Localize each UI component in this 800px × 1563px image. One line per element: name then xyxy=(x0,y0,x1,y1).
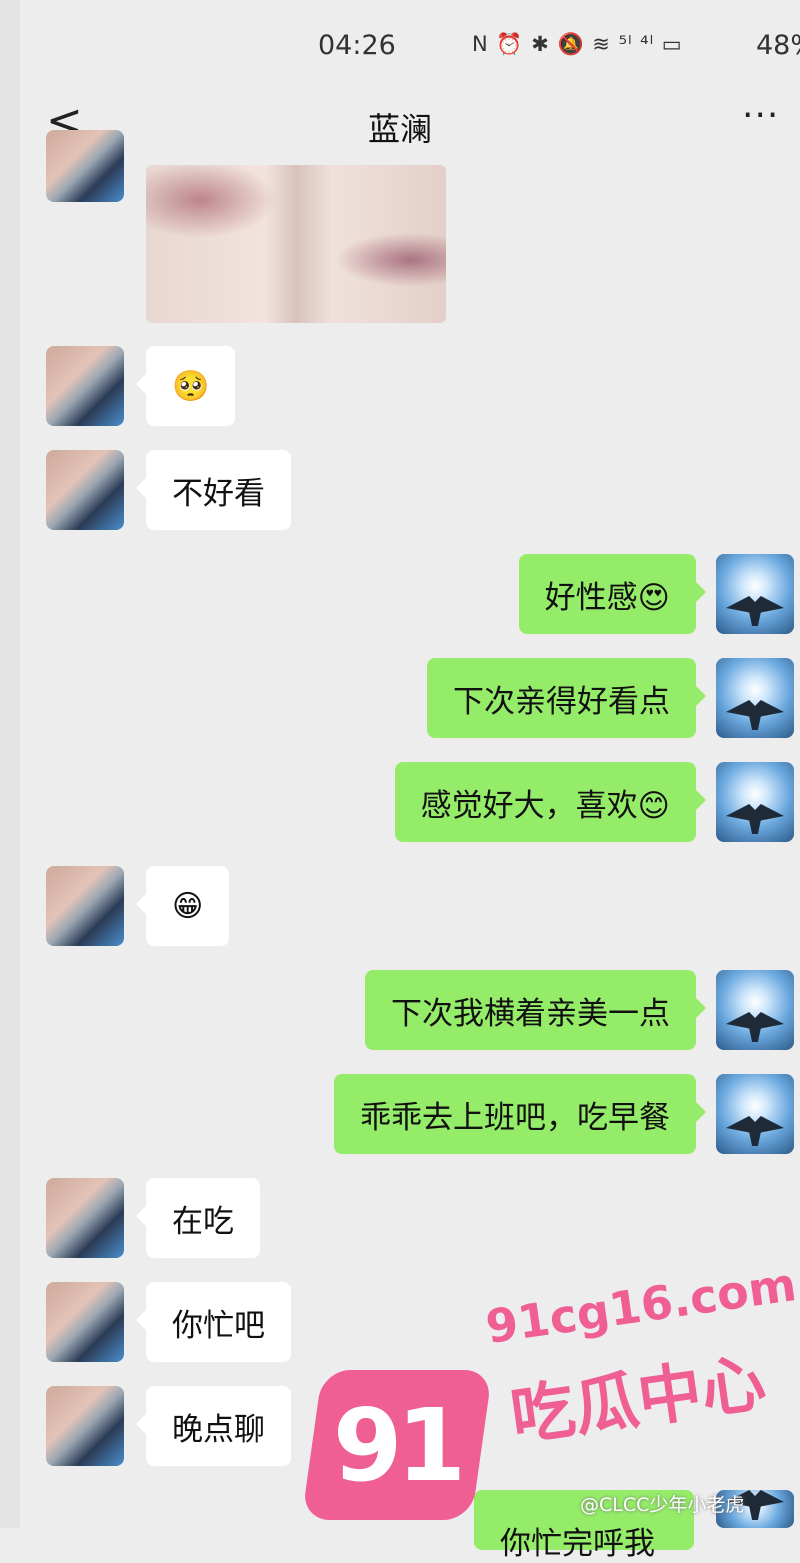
weibo-watermark: @CLCC少年小老虎 xyxy=(580,1494,745,1516)
chat-header: < 蓝澜 ··· xyxy=(20,90,800,160)
message-text: 你忙完呼我 xyxy=(500,1526,655,1562)
message-text: 下次亲得好看点 xyxy=(453,683,670,720)
message-bubble-left[interactable]: 你忙吧 xyxy=(136,1282,291,1362)
battery-percentage: 48% xyxy=(756,30,800,61)
message-bubble-left[interactable]: 🥺 xyxy=(135,346,236,426)
message-bubble-left[interactable]: 晚点聊 xyxy=(136,1386,291,1466)
status-time: 04:26 xyxy=(318,30,396,61)
message-text: 在吃 xyxy=(172,1203,234,1240)
message-bubble-left[interactable]: 😁 xyxy=(135,866,230,946)
message-text: 晚点聊 xyxy=(172,1411,265,1448)
status-icons: N ⏰ ✱ 🔕 ≋ ⁵ˡ ⁴ˡ ▭ xyxy=(472,32,683,56)
message-bubble-right[interactable]: 感觉好大，喜欢😊 xyxy=(394,762,707,842)
watermark: 91 91cg16.com 吃瓜中心 @CLCC少年小老虎 xyxy=(301,1257,799,1528)
message-bubble-right[interactable]: 下次亲得好看点 xyxy=(427,658,706,738)
self-avatar[interactable] xyxy=(716,762,794,842)
self-avatar[interactable] xyxy=(716,970,794,1050)
message-text: 不好看 xyxy=(172,475,265,512)
contact-avatar[interactable] xyxy=(46,1178,124,1258)
message-text: 你忙吧 xyxy=(172,1307,265,1344)
message-text: 🥺 xyxy=(172,368,210,404)
watermark-badge: 91 xyxy=(301,1370,493,1520)
contact-avatar[interactable] xyxy=(46,346,124,426)
watermark-name: 吃瓜中心 xyxy=(506,1346,771,1456)
self-avatar[interactable] xyxy=(716,658,794,738)
message-text: 乖乖去上班吧，吃早餐 xyxy=(360,1099,670,1136)
self-avatar[interactable] xyxy=(716,1074,794,1154)
message-bubble-right[interactable]: 下次我横着亲美一点 xyxy=(365,970,706,1050)
contact-avatar[interactable] xyxy=(46,1282,124,1362)
message-text: 下次我横着亲美一点 xyxy=(391,995,670,1032)
contact-avatar[interactable] xyxy=(46,450,124,530)
contact-avatar[interactable] xyxy=(46,866,124,946)
contact-avatar[interactable] xyxy=(46,130,124,202)
screen-edge xyxy=(0,0,20,1528)
message-text: 好性感😍 xyxy=(544,579,670,616)
message-bubble-right[interactable]: 乖乖去上班吧，吃早餐 xyxy=(334,1074,706,1154)
status-bar: 04:26 N ⏰ ✱ 🔕 ≋ ⁵ˡ ⁴ˡ ▭ 48% xyxy=(20,0,800,90)
contact-avatar[interactable] xyxy=(46,1386,124,1466)
more-options-icon[interactable]: ··· xyxy=(742,96,779,136)
image-message[interactable] xyxy=(146,165,446,323)
message-bubble-right[interactable]: 好性感😍 xyxy=(518,554,707,634)
message-text: 感觉好大，喜欢😊 xyxy=(420,787,670,824)
watermark-number: 91 xyxy=(333,1386,461,1504)
message-bubble-left[interactable]: 在吃 xyxy=(136,1178,260,1258)
message-bubble-left[interactable]: 不好看 xyxy=(136,450,291,530)
self-avatar[interactable] xyxy=(716,554,794,634)
message-text: 😁 xyxy=(172,888,204,924)
